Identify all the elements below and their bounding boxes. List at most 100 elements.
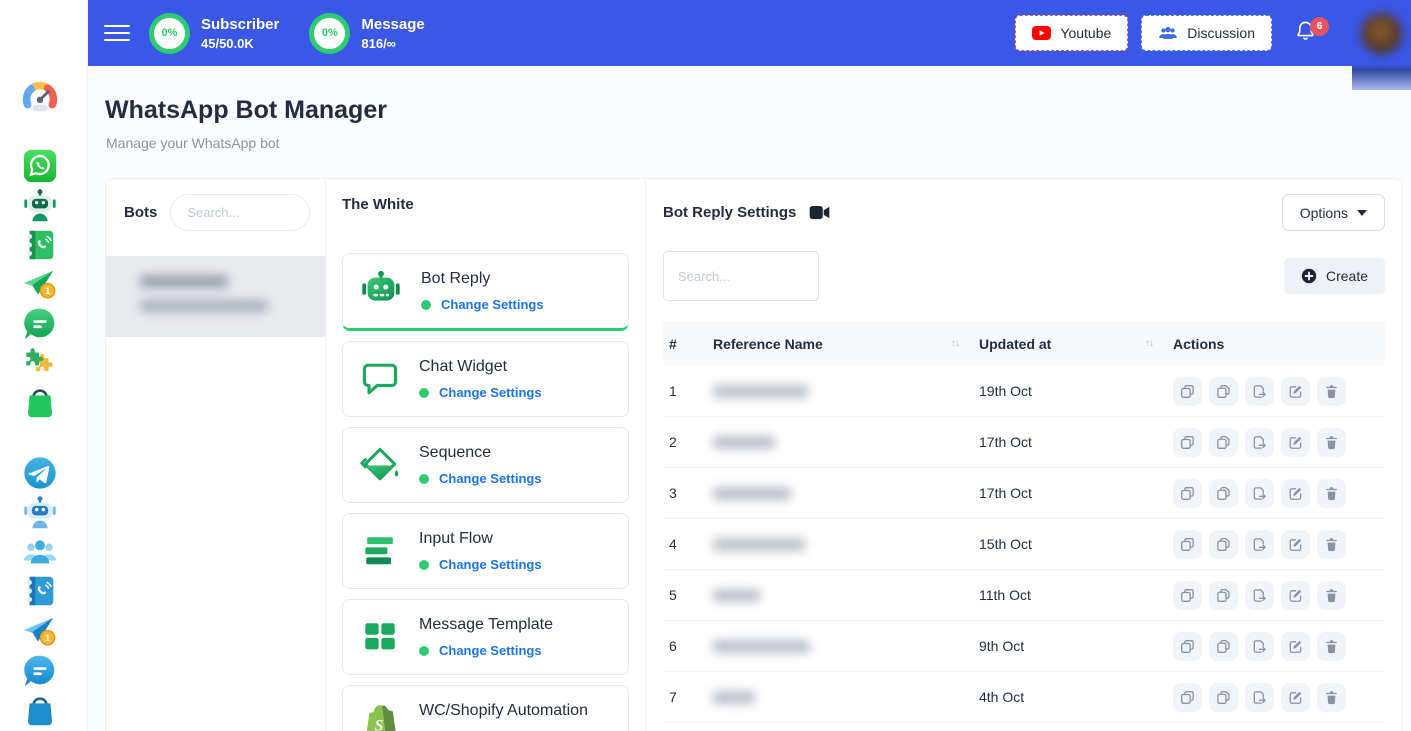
export-action-button[interactable]	[1245, 377, 1274, 406]
export-action-button[interactable]	[1245, 683, 1274, 712]
duplicate-action-button[interactable]	[1209, 581, 1238, 610]
sort-icon[interactable]: ↑↓	[1145, 338, 1153, 349]
message-stat: 0% Message 816/∞	[309, 13, 424, 54]
setting-card-label: Bot Reply	[421, 270, 544, 288]
duplicate-action-button[interactable]	[1209, 632, 1238, 661]
message-progress-ring: 0%	[309, 13, 350, 54]
setting-card-input-flow[interactable]: Input Flow Change Settings	[342, 513, 629, 589]
delete-action-button[interactable]	[1317, 377, 1346, 406]
setting-card-wc-shopify[interactable]: S WC/Shopify Automation Change Settings	[342, 685, 629, 731]
sort-icon[interactable]: ↑↓	[951, 338, 959, 349]
copy-icon	[1180, 537, 1195, 552]
delete-action-button[interactable]	[1317, 530, 1346, 559]
telegram-groups-icon	[21, 533, 59, 571]
export-action-button[interactable]	[1245, 428, 1274, 457]
edit-action-button[interactable]	[1281, 581, 1310, 610]
edit-action-button[interactable]	[1281, 428, 1310, 457]
duplicate-action-button[interactable]	[1209, 377, 1238, 406]
table-search-input[interactable]	[663, 251, 819, 301]
whatsapp-bot-icon	[21, 187, 59, 225]
change-settings-link[interactable]: Change Settings	[439, 471, 542, 486]
edit-action-button[interactable]	[1281, 530, 1310, 559]
export-icon	[1252, 486, 1267, 501]
delete-action-button[interactable]	[1317, 683, 1346, 712]
telegram-bot-icon	[21, 494, 59, 532]
settings-panel-title: Bot Reply Settings	[663, 204, 796, 221]
copy-action-button[interactable]	[1173, 479, 1202, 508]
create-button[interactable]: Create	[1284, 258, 1385, 294]
bot-list-item-selected[interactable]	[106, 256, 325, 337]
message-template-icon	[358, 615, 402, 659]
edit-action-button[interactable]	[1281, 683, 1310, 712]
youtube-button[interactable]: Youtube	[1015, 15, 1128, 51]
copy-action-button[interactable]	[1173, 428, 1202, 457]
sidebar-item-telegram-groups[interactable]	[20, 532, 60, 572]
discussion-button[interactable]: Discussion	[1141, 15, 1272, 51]
notifications-button[interactable]: 6	[1294, 19, 1317, 48]
copy-action-button[interactable]	[1173, 377, 1202, 406]
duplicate-action-button[interactable]	[1209, 683, 1238, 712]
subscriber-stat: 0% Subscriber 45/50.0K	[149, 13, 279, 54]
change-settings-link[interactable]: Change Settings	[439, 643, 542, 658]
menu-toggle-icon[interactable]	[104, 20, 130, 46]
table-row: 6 9th Oct	[663, 621, 1385, 672]
edit-action-button[interactable]	[1281, 632, 1310, 661]
change-settings-link[interactable]: Change Settings	[439, 385, 542, 400]
sidebar-item-dashboard[interactable]	[20, 78, 60, 118]
setting-card-bot-reply[interactable]: Bot Reply Change Settings	[342, 253, 629, 331]
sidebar-item-telegram[interactable]	[20, 453, 60, 493]
duplicate-action-button[interactable]	[1209, 479, 1238, 508]
sidebar-item-telegram-broadcast[interactable]: 1	[20, 611, 60, 651]
sidebar-item-whatsapp-bot[interactable]	[20, 186, 60, 226]
delete-action-button[interactable]	[1317, 479, 1346, 508]
copy-action-button[interactable]	[1173, 683, 1202, 712]
top-navbar: 0% Subscriber 45/50.0K 0% Message 816/∞ …	[88, 0, 1411, 66]
sidebar-item-whatsapp-store[interactable]	[20, 383, 60, 423]
video-camera-icon[interactable]	[809, 205, 830, 220]
edit-action-button[interactable]	[1281, 479, 1310, 508]
bot-reply-table: # Reference Name↑↓ Updated at↑↓ Actions …	[663, 321, 1385, 731]
setting-card-label: Chat Widget	[419, 358, 542, 376]
setting-card-sequence[interactable]: Sequence Change Settings	[342, 427, 629, 503]
edit-action-button[interactable]	[1281, 377, 1310, 406]
export-action-button[interactable]	[1245, 581, 1274, 610]
duplicate-icon	[1216, 588, 1231, 603]
delete-action-button[interactable]	[1317, 428, 1346, 457]
change-settings-link[interactable]: Change Settings	[439, 557, 542, 572]
copy-action-button[interactable]	[1173, 530, 1202, 559]
sidebar-item-integrations[interactable]	[20, 343, 60, 383]
setting-card-chat-widget[interactable]: Chat Widget Change Settings	[342, 341, 629, 417]
delete-action-button[interactable]	[1317, 632, 1346, 661]
export-action-button[interactable]	[1245, 632, 1274, 661]
table-row: 4 15th Oct	[663, 519, 1385, 570]
setting-card-message-template[interactable]: Message Template Change Settings	[342, 599, 629, 675]
row-number: 4	[663, 536, 707, 552]
sidebar-item-telegram-bot[interactable]	[20, 493, 60, 533]
user-avatar[interactable]	[1361, 13, 1402, 54]
copy-action-button[interactable]	[1173, 581, 1202, 610]
user-menu	[1352, 0, 1411, 90]
copy-icon	[1180, 588, 1195, 603]
bots-search-input[interactable]	[170, 194, 310, 231]
export-action-button[interactable]	[1245, 479, 1274, 508]
sidebar-item-whatsapp-chat[interactable]	[20, 304, 60, 344]
duplicate-icon	[1216, 690, 1231, 705]
duplicate-action-button[interactable]	[1209, 530, 1238, 559]
subscriber-progress-ring: 0%	[149, 13, 190, 54]
sidebar-item-telegram-chat[interactable]	[20, 651, 60, 691]
delete-action-button[interactable]	[1317, 581, 1346, 610]
status-dot	[419, 646, 429, 656]
options-dropdown-button[interactable]: Options	[1282, 194, 1385, 231]
col-header-updated-at: Updated at	[979, 336, 1051, 352]
sidebar-item-whatsapp-contacts[interactable]	[20, 225, 60, 265]
copy-action-button[interactable]	[1173, 632, 1202, 661]
change-settings-link[interactable]: Change Settings	[441, 297, 544, 312]
sidebar-item-telegram-contacts[interactable]	[20, 571, 60, 611]
sidebar-item-telegram-store[interactable]	[20, 691, 60, 731]
message-percent: 0%	[322, 27, 338, 39]
duplicate-action-button[interactable]	[1209, 428, 1238, 457]
sidebar-item-whatsapp[interactable]	[20, 146, 60, 186]
export-action-button[interactable]	[1245, 530, 1274, 559]
sequence-icon	[358, 443, 402, 487]
sidebar-item-whatsapp-broadcast[interactable]: 1	[20, 264, 60, 304]
